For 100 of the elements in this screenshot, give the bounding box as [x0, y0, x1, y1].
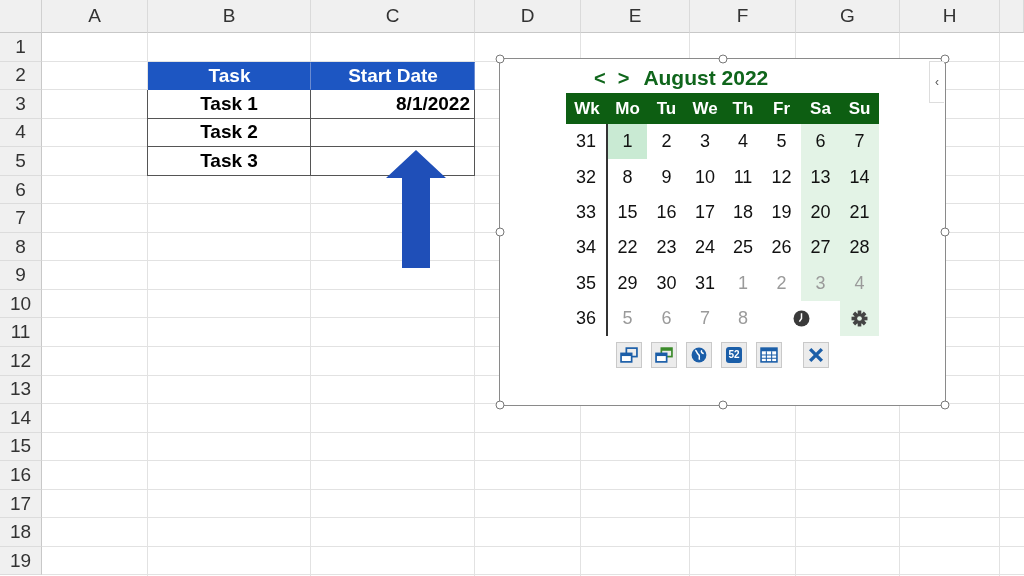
row-header[interactable]: 9 [0, 261, 42, 290]
header-strip [1000, 0, 1024, 33]
row-header[interactable]: 8 [0, 232, 42, 262]
day-cell[interactable]: 3 [686, 124, 724, 160]
day-cell[interactable]: 2 [647, 124, 686, 160]
row-header[interactable]: 5 [0, 147, 42, 176]
row-header[interactable]: 16 [0, 461, 42, 490]
day-cell[interactable]: 9 [647, 159, 686, 195]
previous-month-button[interactable]: < [594, 66, 606, 90]
row-header[interactable]: 19 [0, 546, 42, 576]
weekday-header: Su [840, 93, 879, 124]
table-cell: Task 2 [147, 118, 311, 148]
row-header[interactable]: 18 [0, 518, 42, 547]
day-cell[interactable]: 23 [647, 230, 686, 266]
calendar-button[interactable] [756, 342, 782, 369]
week-number: 36 [566, 300, 608, 337]
day-cell[interactable]: 19 [762, 194, 801, 231]
resize-handle[interactable] [940, 227, 950, 237]
row-header[interactable]: 1 [0, 33, 42, 62]
week-number-button[interactable]: 52 [721, 342, 747, 369]
table-cell: Task 3 [147, 147, 311, 176]
next-month-button[interactable]: > [617, 66, 630, 90]
resize-handle[interactable] [495, 227, 505, 237]
close-icon [807, 346, 825, 365]
week-number: 32 [566, 159, 608, 195]
column-header[interactable]: F [690, 0, 796, 33]
week-number: 34 [566, 230, 608, 266]
day-cell[interactable]: 8 [608, 159, 647, 195]
day-cell[interactable]: 12 [762, 159, 801, 195]
resize-handle[interactable] [495, 400, 505, 410]
day-cell[interactable]: 18 [724, 194, 762, 231]
globe-icon [690, 346, 708, 365]
weekday-header: Fr [762, 93, 801, 124]
day-cell[interactable]: 22 [608, 230, 647, 266]
table-cell: Task 1 [147, 90, 311, 119]
row-header[interactable]: 7 [0, 204, 42, 233]
row-header[interactable]: 3 [0, 90, 42, 119]
column-header[interactable]: D [475, 0, 581, 33]
collapse-button[interactable]: ‹ [929, 61, 944, 103]
weekday-header: Mo [608, 93, 647, 124]
column-header[interactable]: E [581, 0, 690, 33]
day-cell[interactable]: 31 [686, 265, 724, 301]
row-header[interactable]: 13 [0, 375, 42, 405]
column-header[interactable]: C [311, 0, 475, 33]
column-header[interactable]: G [796, 0, 900, 33]
day-cell[interactable]: 10 [686, 159, 724, 195]
row-header[interactable]: 17 [0, 489, 42, 519]
weekday-header: Tu [647, 93, 686, 124]
day-cell[interactable]: 17 [686, 194, 724, 231]
day-cell[interactable]: 28 [840, 230, 879, 266]
windows-icon [655, 346, 673, 365]
windows-button[interactable] [651, 342, 677, 369]
resize-handle[interactable] [718, 400, 727, 410]
day-cell[interactable]: 5 [762, 124, 801, 160]
day-cell[interactable]: 29 [608, 265, 647, 301]
day-cell[interactable]: 27 [801, 230, 840, 266]
weekday-header: Wk [566, 93, 608, 124]
day-cell[interactable]: 25 [724, 230, 762, 266]
row-header[interactable]: 4 [0, 118, 42, 148]
column-header[interactable]: B [148, 0, 311, 33]
day-cell[interactable]: 15 [608, 194, 647, 231]
day-cell[interactable]: 11 [724, 159, 762, 195]
globe-button[interactable] [686, 342, 712, 369]
resize-handle[interactable] [495, 54, 505, 64]
table-cell: 8/1/2022 [310, 90, 475, 119]
row-header[interactable]: 15 [0, 432, 42, 462]
column-header[interactable]: A [42, 0, 148, 33]
weekday-header: Th [724, 93, 762, 124]
row-header[interactable]: 2 [0, 61, 42, 91]
row-header[interactable]: 14 [0, 404, 42, 433]
day-cell[interactable]: 13 [801, 159, 840, 195]
day-cell[interactable]: 20 [801, 194, 840, 231]
day-cell[interactable]: 14 [840, 159, 879, 195]
day-cell[interactable]: 26 [762, 230, 801, 266]
table-header-cell: Start Date [311, 61, 475, 91]
week-number: 35 [566, 265, 608, 301]
day-cell[interactable]: 24 [686, 230, 724, 266]
windows-button[interactable] [616, 342, 642, 369]
day-cell[interactable]: 21 [840, 194, 879, 231]
row-header[interactable]: 10 [0, 289, 42, 319]
row-header[interactable]: 11 [0, 318, 42, 347]
day-cell[interactable]: 4 [724, 124, 762, 160]
month-title: August 2022 [643, 66, 769, 90]
week-number: 33 [566, 194, 608, 231]
day-cell[interactable]: 6 [801, 124, 840, 160]
day-cell[interactable]: 1 [608, 124, 647, 160]
close-button[interactable] [803, 342, 829, 369]
row-header[interactable]: 6 [0, 175, 42, 205]
resize-handle[interactable] [940, 400, 950, 410]
calendar-icon [760, 346, 778, 365]
column-header[interactable]: H [900, 0, 1000, 33]
clock-icon[interactable] [792, 310, 810, 328]
windows-icon [620, 346, 638, 365]
weekday-header: Sa [801, 93, 840, 124]
row-header[interactable]: 12 [0, 347, 42, 376]
resize-handle[interactable] [718, 54, 727, 64]
day-cell[interactable]: 7 [840, 124, 879, 160]
day-cell[interactable]: 16 [647, 194, 686, 231]
day-cell[interactable]: 30 [647, 265, 686, 301]
settings-icon[interactable] [851, 310, 868, 328]
